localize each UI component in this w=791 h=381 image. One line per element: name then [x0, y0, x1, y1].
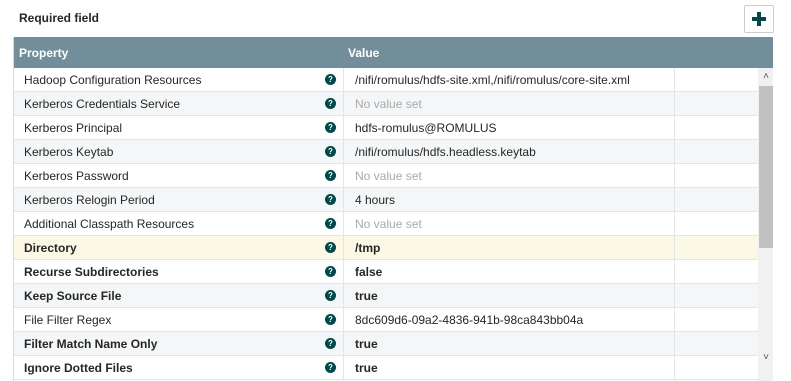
table-body: Hadoop Configuration Resources? /nifi/rom… — [14, 68, 758, 380]
table-row[interactable]: Kerberos Credentials Service? No value se… — [14, 92, 758, 116]
column-divider — [674, 260, 675, 284]
property-value[interactable]: false — [355, 265, 382, 279]
column-divider — [343, 164, 344, 188]
scroll-down-icon[interactable]: ˅ — [761, 353, 771, 363]
property-value[interactable]: true — [355, 337, 378, 351]
column-divider — [343, 140, 344, 164]
help-icon[interactable]: ? — [325, 218, 336, 229]
column-divider — [674, 332, 675, 356]
table-row[interactable]: Hadoop Configuration Resources? /nifi/rom… — [14, 68, 758, 92]
help-icon[interactable]: ? — [325, 338, 336, 349]
property-value[interactable]: 4 hours — [355, 193, 395, 207]
property-name: Ignore Dotted Files — [24, 361, 133, 375]
property-value[interactable]: true — [355, 289, 378, 303]
table-row[interactable]: Kerberos Password? No value set — [14, 164, 758, 188]
help-icon[interactable]: ? — [325, 290, 336, 301]
column-divider — [343, 236, 344, 260]
property-value[interactable]: /nifi/romulus/hdfs-site.xml,/nifi/romulu… — [355, 73, 630, 87]
table-row[interactable]: Ignore Dotted Files? true — [14, 356, 758, 380]
help-icon[interactable]: ? — [325, 314, 336, 325]
column-divider — [343, 308, 344, 332]
column-header-property[interactable]: Property — [19, 46, 68, 60]
property-name: Additional Classpath Resources — [24, 217, 195, 231]
table-header: Property Value — [14, 37, 773, 68]
help-icon[interactable]: ? — [325, 146, 336, 157]
column-divider — [674, 212, 675, 236]
help-icon[interactable]: ? — [325, 194, 336, 205]
help-icon[interactable]: ? — [325, 170, 336, 181]
column-divider — [343, 116, 344, 140]
table-row[interactable]: Kerberos Principal? hdfs-romulus@ROMULUS — [14, 116, 758, 140]
property-name: Keep Source File — [24, 289, 122, 303]
column-divider — [343, 356, 344, 380]
help-icon[interactable]: ? — [325, 74, 336, 85]
column-divider — [343, 260, 344, 284]
required-field-label: Required field — [19, 11, 100, 25]
column-header-value[interactable]: Value — [348, 46, 379, 60]
properties-table: Property Value Hadoop Configuration Reso… — [13, 37, 773, 381]
table-row[interactable]: Kerberos Relogin Period? 4 hours — [14, 188, 758, 212]
property-value[interactable]: No value set — [355, 217, 422, 231]
column-divider — [674, 284, 675, 308]
vertical-scrollbar[interactable]: ˄ ˅ — [758, 68, 773, 381]
column-divider — [674, 68, 675, 92]
table-row[interactable]: Keep Source File? true — [14, 284, 758, 308]
column-divider — [343, 332, 344, 356]
column-divider — [343, 212, 344, 236]
table-row[interactable]: Kerberos Keytab? /nifi/romulus/hdfs.headl… — [14, 140, 758, 164]
column-divider — [343, 92, 344, 116]
property-name: Recurse Subdirectories — [24, 265, 159, 279]
add-property-button[interactable] — [744, 5, 774, 33]
property-name: Kerberos Password — [24, 169, 129, 183]
column-divider — [674, 140, 675, 164]
property-value[interactable]: true — [355, 361, 378, 375]
property-name: Filter Match Name Only — [24, 337, 158, 351]
plus-icon — [752, 12, 766, 26]
column-divider — [674, 164, 675, 188]
table-row[interactable]: Filter Match Name Only? true — [14, 332, 758, 356]
column-divider — [674, 92, 675, 116]
table-row[interactable]: File Filter Regex? 8dc609d6-09a2-4836-941… — [14, 308, 758, 332]
property-name: File Filter Regex — [24, 313, 112, 327]
property-value[interactable]: /nifi/romulus/hdfs.headless.keytab — [355, 145, 536, 159]
table-row[interactable]: Directory? /tmp — [14, 236, 758, 260]
scroll-thumb[interactable] — [759, 86, 773, 248]
column-divider — [343, 188, 344, 212]
property-name: Kerberos Keytab — [24, 145, 114, 159]
column-divider — [343, 284, 344, 308]
property-value[interactable]: No value set — [355, 97, 422, 111]
column-divider — [674, 308, 675, 332]
help-icon[interactable]: ? — [325, 122, 336, 133]
column-divider — [674, 236, 675, 260]
help-icon[interactable]: ? — [325, 98, 336, 109]
table-row[interactable]: Additional Classpath Resources? No value … — [14, 212, 758, 236]
property-name: Kerberos Principal — [24, 121, 123, 135]
help-icon[interactable]: ? — [325, 242, 336, 253]
property-value[interactable]: No value set — [355, 169, 422, 183]
property-value[interactable]: /tmp — [355, 241, 380, 255]
property-name: Kerberos Credentials Service — [24, 97, 181, 111]
property-name: Kerberos Relogin Period — [24, 193, 155, 207]
column-divider — [674, 188, 675, 212]
table-row[interactable]: Recurse Subdirectories? false — [14, 260, 758, 284]
column-divider — [674, 116, 675, 140]
column-divider — [674, 356, 675, 380]
help-icon[interactable]: ? — [325, 362, 336, 373]
property-name: Directory — [24, 241, 77, 255]
property-value[interactable]: 8dc609d6-09a2-4836-941b-98ca843bb04a — [355, 313, 583, 327]
property-name: Hadoop Configuration Resources — [24, 73, 202, 87]
property-value[interactable]: hdfs-romulus@ROMULUS — [355, 121, 497, 135]
scroll-up-icon[interactable]: ˄ — [761, 72, 771, 82]
column-divider — [343, 68, 344, 92]
help-icon[interactable]: ? — [325, 266, 336, 277]
